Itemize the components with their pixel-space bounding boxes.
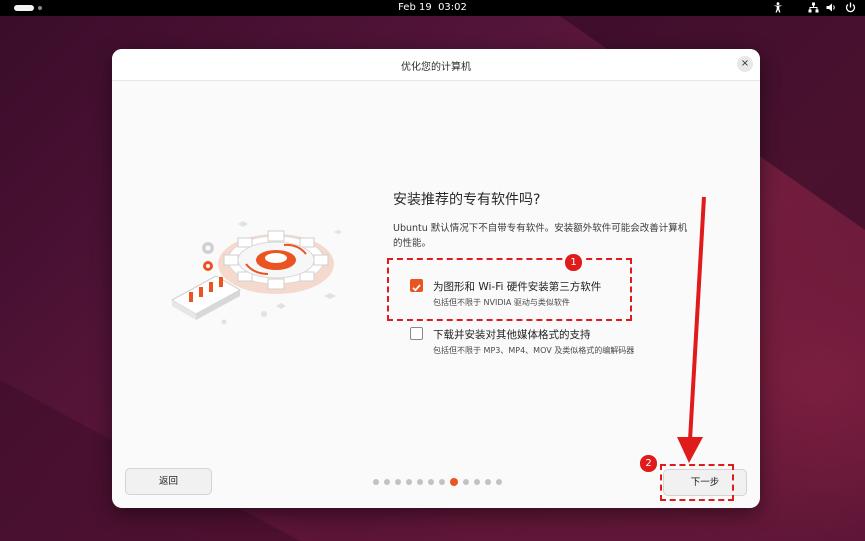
- gear-icon: [218, 230, 334, 294]
- clock-time: 03:02: [438, 2, 467, 13]
- optimize-dialog: 优化您的计算机 × 安装推荐的专有软件吗? Ubuntu 默认情况下不自带专有软…: [112, 49, 760, 508]
- option-sublabel: 包括但不限于 MP3、MP4、MOV 及类似格式的编解码器: [433, 346, 635, 355]
- progress-dot: [406, 479, 412, 485]
- progress-dot: [417, 479, 423, 485]
- progress-dot: [373, 479, 379, 485]
- gear-illustration: [170, 221, 342, 325]
- option-label: 下载并安装对其他媒体格式的支持: [433, 329, 591, 341]
- clock[interactable]: Feb 19 03:02: [0, 1, 865, 15]
- progress-dot: [384, 479, 390, 485]
- progress-dot: [395, 479, 401, 485]
- progress-dots: [373, 478, 502, 486]
- back-button[interactable]: 返回: [125, 468, 212, 495]
- clock-date: Feb 19: [398, 2, 432, 13]
- close-icon[interactable]: ×: [737, 56, 753, 72]
- control-panel-icon: [170, 275, 242, 320]
- progress-dot: [428, 479, 434, 485]
- annotation-box-2: [660, 464, 734, 501]
- page-heading: 安装推荐的专有软件吗?: [393, 192, 541, 208]
- network-icon[interactable]: [808, 2, 819, 13]
- top-bar: Feb 19 03:02: [0, 0, 865, 16]
- dialog-title: 优化您的计算机: [401, 62, 471, 73]
- progress-dot: [496, 479, 502, 485]
- checkbox-unchecked[interactable]: [410, 327, 423, 340]
- progress-dot: [439, 479, 445, 485]
- annotation-badge-2: 2: [639, 454, 658, 473]
- power-icon[interactable]: [845, 2, 856, 13]
- progress-dot: [474, 479, 480, 485]
- page-description: Ubuntu 默认情况下不自带专有软件。安装额外软件可能会改善计算机的性能。: [393, 223, 688, 249]
- progress-dot: [463, 479, 469, 485]
- annotation-box-1: [387, 258, 632, 321]
- accessibility-icon[interactable]: [773, 2, 783, 13]
- progress-dot: [485, 479, 491, 485]
- dialog-header: 优化您的计算机 ×: [112, 49, 760, 81]
- volume-icon[interactable]: [826, 2, 837, 13]
- annotation-badge-1: 1: [564, 253, 583, 272]
- progress-dot-active: [450, 478, 458, 486]
- small-gear-icon: [202, 242, 214, 271]
